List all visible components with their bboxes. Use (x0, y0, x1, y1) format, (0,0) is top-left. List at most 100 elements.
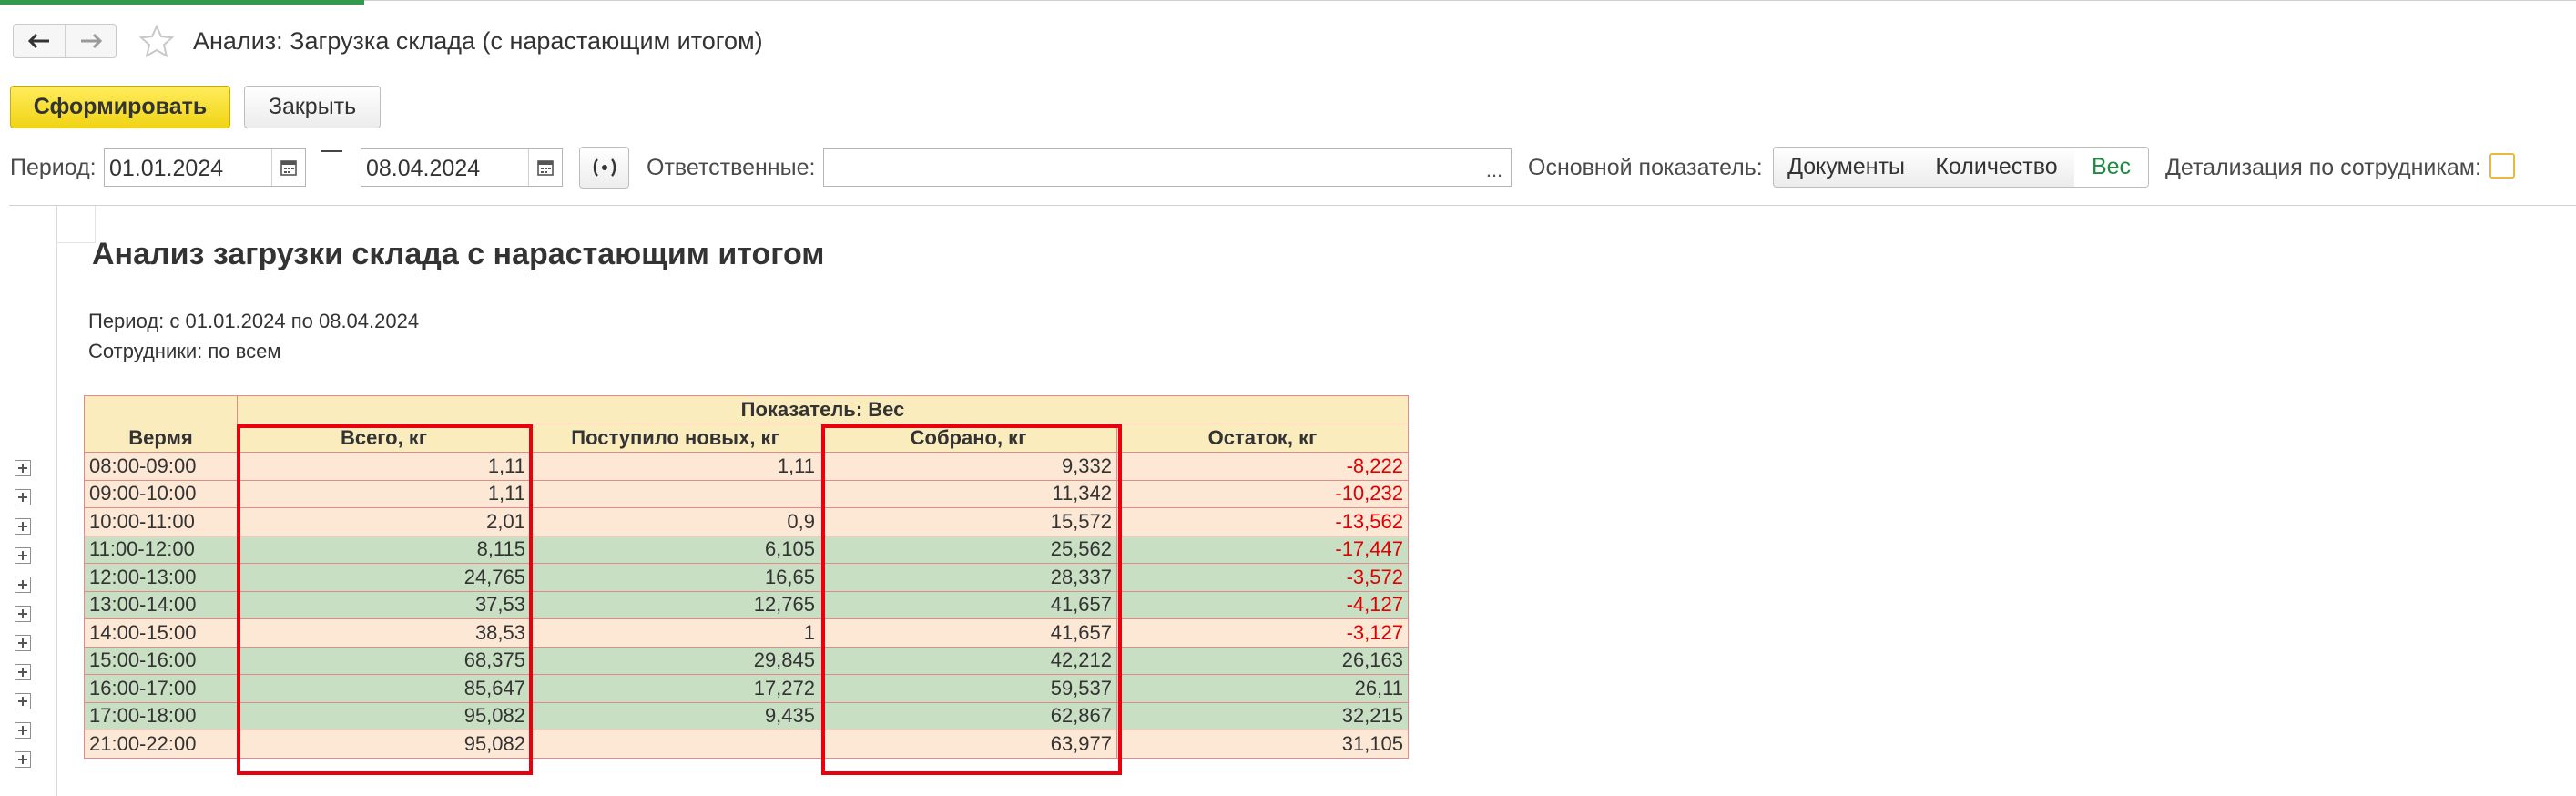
column-header-new: Поступило новых, кг (530, 424, 820, 453)
cell-collected: 63,977 (820, 730, 1117, 759)
cell-collected: 41,657 (820, 618, 1117, 648)
row-expand-icon[interactable] (15, 489, 31, 505)
table-row: 14:00-15:00 38,53 1 41,657 -3,127 (84, 618, 1409, 648)
date-from-field[interactable]: 01.01.2024 (104, 148, 306, 187)
cell-time: 17:00-18:00 (84, 701, 238, 730)
cell-rest: 26,163 (1116, 646, 1409, 675)
back-button[interactable] (14, 25, 66, 57)
cell-rest: -3,127 (1116, 618, 1409, 648)
cell-new: 12,765 (530, 590, 820, 619)
cell-time: 10:00-11:00 (84, 507, 238, 536)
cell-rest: 32,215 (1116, 701, 1409, 730)
cell-new: 9,435 (530, 701, 820, 730)
cell-total: 8,115 (237, 535, 531, 564)
calendar-icon[interactable] (528, 149, 562, 186)
row-expand-icon[interactable] (15, 547, 31, 564)
cell-total: 85,647 (237, 674, 531, 703)
cell-total: 68,375 (237, 646, 531, 675)
period-choice-icon (593, 158, 616, 177)
favorite-star-icon[interactable] (137, 22, 177, 62)
row-expand-icon[interactable] (15, 664, 31, 680)
table-row: 08:00-09:00 1,11 1,11 9,332 -8,222 (84, 452, 1409, 481)
row-expand-icon[interactable] (15, 460, 31, 476)
cell-collected: 42,212 (820, 646, 1117, 675)
cell-total: 37,53 (237, 590, 531, 619)
cell-new: 1 (530, 618, 820, 648)
cell-rest: -13,562 (1116, 507, 1409, 536)
column-header-total: Всего, кг (237, 424, 531, 453)
indicator-option-quantity[interactable]: Количество (1919, 147, 2075, 188)
cell-new: 6,105 (530, 535, 820, 564)
cell-total: 1,11 (237, 479, 531, 508)
table-row: 13:00-14:00 37,53 12,765 41,657 -4,127 (84, 590, 1409, 619)
report-table: Вермя Показатель: Вес Всего, кг Поступил… (84, 395, 1409, 759)
cell-rest: -4,127 (1116, 590, 1409, 619)
date-to-field[interactable]: 08.04.2024 (361, 148, 563, 187)
cell-total: 38,53 (237, 618, 531, 648)
cell-new: 17,272 (530, 674, 820, 703)
cell-total: 95,082 (237, 730, 531, 759)
cell-time: 13:00-14:00 (84, 590, 238, 619)
date-to-value: 08.04.2024 (366, 156, 481, 181)
column-header-rest: Остаток, кг (1116, 424, 1409, 453)
cell-rest: 26,11 (1116, 674, 1409, 703)
column-header-time: Вермя (84, 395, 238, 453)
cell-rest: -17,447 (1116, 535, 1409, 564)
period-label: Период: (10, 155, 97, 180)
cell-time: 08:00-09:00 (84, 452, 238, 481)
period-dash (321, 150, 342, 152)
indicator-option-documents[interactable]: Документы (1773, 147, 1919, 188)
table-row: 09:00-10:00 1,11 11,342 -10,232 (84, 479, 1409, 508)
cell-collected: 41,657 (820, 590, 1117, 619)
cell-time: 12:00-13:00 (84, 563, 238, 592)
cell-new: 16,65 (530, 563, 820, 592)
cell-new (530, 730, 820, 759)
row-expand-icon[interactable] (15, 693, 31, 709)
table-row: 16:00-17:00 85,647 17,272 59,537 26,11 (84, 674, 1409, 703)
report-employees-line: Сотрудники: по всем (88, 340, 281, 362)
cell-time: 15:00-16:00 (84, 646, 238, 675)
report-title: Анализ загрузки склада с нарастающим ито… (92, 237, 825, 271)
cell-collected: 25,562 (820, 535, 1117, 564)
cell-collected: 59,537 (820, 674, 1117, 703)
calendar-icon[interactable] (271, 149, 305, 186)
table-row: 11:00-12:00 8,115 6,105 25,562 -17,447 (84, 535, 1409, 564)
column-header-collected: Собрано, кг (820, 424, 1117, 453)
table-row: 12:00-13:00 24,765 16,65 28,337 -3,572 (84, 563, 1409, 592)
cell-time: 11:00-12:00 (84, 535, 238, 564)
cell-collected: 9,332 (820, 452, 1117, 481)
indicator-label: Основной показатель: (1528, 155, 1763, 180)
cell-new (530, 479, 820, 508)
top-progress-line (0, 0, 2576, 6)
cell-rest: 31,105 (1116, 730, 1409, 759)
detail-checkbox[interactable] (2489, 153, 2515, 179)
generate-button[interactable]: Сформировать (10, 86, 230, 128)
cell-rest: -10,232 (1116, 479, 1409, 508)
row-expand-icon[interactable] (15, 577, 31, 593)
cell-total: 1,11 (237, 452, 531, 481)
select-dots-button[interactable]: ... (1478, 149, 1511, 186)
cell-total: 2,01 (237, 507, 531, 536)
period-select-button[interactable] (579, 147, 629, 189)
cell-collected: 11,342 (820, 479, 1117, 508)
navigation-buttons (13, 24, 117, 58)
row-expand-icon[interactable] (15, 518, 31, 535)
row-expand-icon[interactable] (15, 751, 31, 768)
detail-label: Детализация по сотрудникам: (2165, 155, 2481, 180)
forward-button[interactable] (66, 25, 117, 57)
responsible-field[interactable]: ... (823, 148, 1512, 187)
row-expand-icon[interactable] (15, 722, 31, 739)
cell-time: 09:00-10:00 (84, 479, 238, 508)
cell-new: 29,845 (530, 646, 820, 675)
window-title: Анализ: Загрузка склада (с нарастающим и… (193, 27, 763, 55)
table-row: 10:00-11:00 2,01 0,9 15,572 -13,562 (84, 507, 1409, 536)
table-row: 15:00-16:00 68,375 29,845 42,212 26,163 (84, 646, 1409, 675)
row-expand-icon[interactable] (15, 606, 31, 622)
arrow-right-icon (81, 33, 103, 49)
indicator-option-weight[interactable]: Вес (2074, 147, 2149, 188)
cell-total: 24,765 (237, 563, 531, 592)
close-button[interactable]: Закрыть (244, 86, 381, 128)
cell-total: 95,082 (237, 701, 531, 730)
row-expand-icon[interactable] (15, 635, 31, 651)
responsible-label: Ответственные: (647, 155, 816, 180)
